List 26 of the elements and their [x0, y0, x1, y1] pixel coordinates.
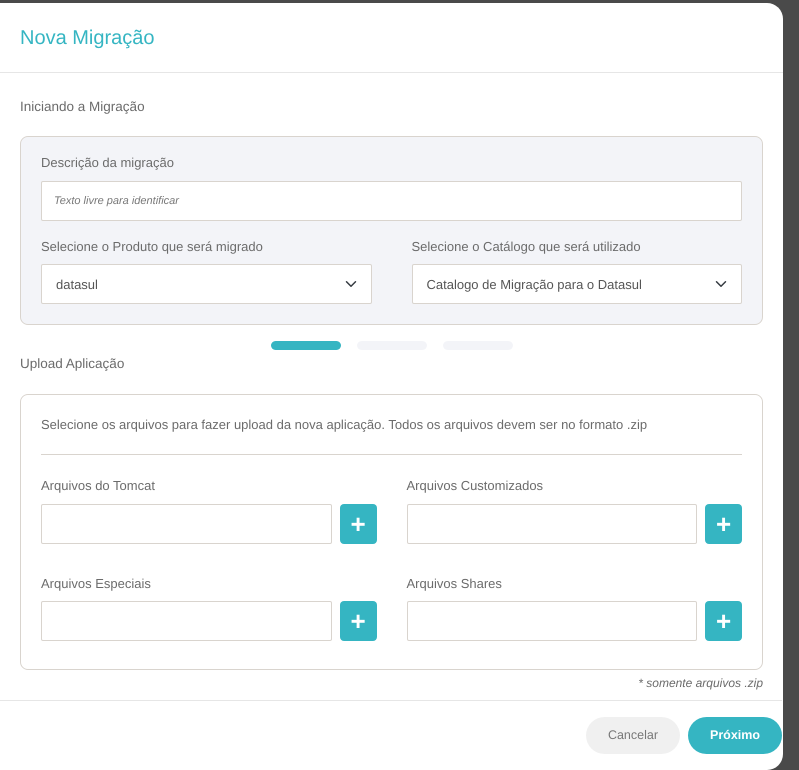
file-input[interactable]	[41, 504, 332, 544]
footnote: * somente arquivos .zip	[637, 675, 763, 692]
step-indicator[interactable]	[270, 341, 340, 350]
field-label: Selecione o Produto que será migrado	[41, 238, 264, 256]
description-input[interactable]: Texto livre para identificar	[41, 180, 742, 221]
add-button[interactable]: +	[705, 601, 742, 641]
field-label: Arquivos Customizados	[406, 477, 544, 495]
section-heading: Upload Aplicação	[20, 355, 126, 374]
next-button[interactable]: Próximo	[688, 717, 782, 754]
field-label: Descrição da migração	[41, 154, 175, 172]
cancel-button[interactable]: Cancelar	[586, 717, 680, 754]
section-heading: Iniciando a Migração	[20, 98, 146, 116]
select-dropdown[interactable]: Catalogo de Migração para o Datasul	[412, 264, 742, 304]
field-label: Arquivos Especiais	[41, 574, 152, 593]
add-button[interactable]: +	[705, 504, 742, 544]
file-input[interactable]	[406, 601, 698, 641]
file-input[interactable]	[406, 504, 698, 544]
field-label: Arquivos Shares	[406, 574, 503, 593]
select-dropdown[interactable]: datasul	[41, 264, 372, 304]
add-button[interactable]: +	[340, 601, 376, 641]
file-input[interactable]	[41, 601, 332, 641]
add-button[interactable]: +	[340, 504, 376, 544]
instruction-text: Selecione os arquivos para fazer upload da nova aplicação. Todos os arquivos devem ser no formato .zip	[41, 416, 648, 434]
field-label: Selecione o Catálogo que será utilizado	[412, 238, 642, 256]
modal-title: Nova Migração	[20, 26, 155, 50]
field-label: Arquivos do Tomcat	[41, 477, 156, 495]
